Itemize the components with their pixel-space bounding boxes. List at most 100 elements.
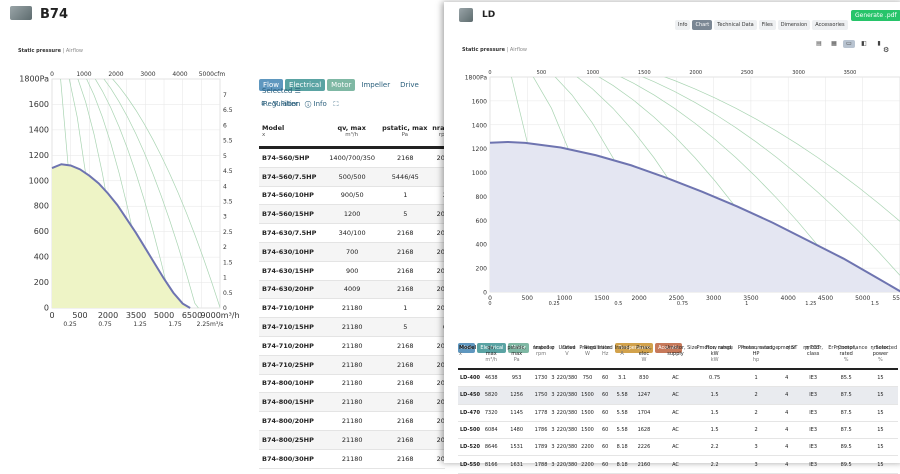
table-row[interactable]: B74-800/25HP2118021682024: [259, 430, 445, 449]
top-tick-label: 500: [537, 70, 547, 76]
y-tick-label: 200: [34, 278, 49, 287]
value-cell: 21180: [325, 299, 380, 318]
column-header[interactable]: nratedrpm: [431, 116, 445, 148]
pin-icon[interactable]: ⇞: [260, 100, 266, 108]
view-list-icon[interactable]: ▤: [813, 40, 825, 48]
column-header[interactable]: Pmax, elecW: [631, 344, 658, 369]
y-tick-label: 1000: [29, 176, 49, 185]
view-grid-icon[interactable]: ▦: [828, 40, 840, 48]
column-header[interactable]: ηmotor, class: [797, 344, 830, 369]
tab-drive[interactable]: Drive: [396, 79, 423, 91]
value-cell: 2168: [380, 430, 431, 449]
value-cell: AC: [657, 387, 693, 404]
nav-info[interactable]: Info: [675, 20, 690, 30]
value-cell: 21180: [325, 336, 380, 355]
value-cell: 1480: [502, 421, 532, 438]
column-header[interactable]: pstatic, maxPa: [380, 116, 431, 148]
table-row[interactable]: B74-710/15HP2118056: [259, 318, 445, 337]
column-header[interactable]: Modelx: [259, 116, 325, 148]
value-cell: 220/380: [556, 369, 579, 387]
view-toggle-group: ▤▦▭◧▮: [810, 30, 885, 49]
column-header[interactable]: pstatic, maxPa: [502, 344, 532, 369]
table-row[interactable]: B74-630/20HP400921682024: [259, 280, 445, 299]
table-row[interactable]: LD-5508166163117883220/3802200608.182160…: [458, 456, 898, 473]
model-cell: LD-470: [458, 404, 481, 421]
column-unit: kW: [695, 357, 735, 363]
value-cell: 500/500: [325, 167, 380, 186]
table-row[interactable]: LD-4505820125617503220/3801500605.581247…: [458, 387, 898, 404]
nav-chart[interactable]: Chart: [692, 20, 712, 30]
table-row[interactable]: LD-5006084148017863220/3801500605.581628…: [458, 421, 898, 438]
value-cell: 900/50: [325, 186, 380, 205]
column-name: pstatic, max: [503, 345, 531, 357]
table-row[interactable]: B74-560/10HP900/5012: [259, 186, 445, 205]
table-row[interactable]: B74-800/30HP2118021682024: [259, 449, 445, 468]
column-unit: m³/h: [482, 357, 501, 363]
generate-pdf-button[interactable]: Generate .pdf: [851, 10, 900, 21]
table-row[interactable]: B74-630/15HP90021682024: [259, 261, 445, 280]
table-row[interactable]: B74-800/10HP2118021682024: [259, 374, 445, 393]
table-row[interactable]: LD-5208646153117893220/3802200608.182226…: [458, 439, 898, 456]
x-tick-label: 5500: [892, 295, 900, 302]
x-tick-label: 3000: [706, 295, 721, 302]
top-tick-label: 2000: [108, 71, 123, 78]
column-header[interactable]: nratedrpm: [532, 344, 551, 369]
x-tick-label: 5000: [855, 295, 870, 302]
column-unit: Pa: [380, 132, 430, 138]
table-row[interactable]: B74-560/7.5HP500/5005446/45: [259, 167, 445, 186]
nav-dimension[interactable]: Dimension: [778, 20, 811, 30]
column-header[interactable]: ηmotor, rated%: [829, 344, 862, 369]
nav-technical-data[interactable]: Technical Data: [714, 20, 757, 30]
nav-files[interactable]: Files: [759, 20, 776, 30]
column-header[interactable]: qv, maxm³/h: [481, 344, 502, 369]
chart-settings-icon[interactable]: ⚙: [883, 46, 889, 54]
value-cell: 2: [736, 421, 777, 438]
column-header[interactable]: fratedHz: [597, 344, 614, 369]
table-row[interactable]: LD-4707320114517783220/3801500605.581704…: [458, 404, 898, 421]
x-tick-label: 3500: [126, 311, 146, 320]
value-cell: 2024: [431, 430, 445, 449]
table-row[interactable]: B74-800/20HP2118021682024: [259, 412, 445, 431]
table-row[interactable]: B74-710/20HP2118021682024: [259, 336, 445, 355]
value-cell: AC: [657, 439, 693, 456]
value-cell: 2024: [431, 261, 445, 280]
expand-icon[interactable]: ⛶: [333, 100, 338, 108]
value-cell: 2168: [380, 280, 431, 299]
value-cell: IE3: [797, 421, 830, 438]
info-button[interactable]: ⓘ Info: [305, 100, 327, 108]
value-cell: 2168: [380, 412, 431, 431]
table-row[interactable]: B74-630/10HP70021682024: [259, 242, 445, 261]
table-row[interactable]: B74-560/15HP120052024: [259, 205, 445, 224]
column-header[interactable]: qv, maxm³/h: [325, 116, 380, 148]
column-header[interactable]: ηmotor, power%: [863, 344, 898, 369]
view-split-left-icon[interactable]: ◧: [858, 40, 870, 48]
column-header[interactable]: Pmotor, rated, HPhp: [736, 344, 777, 369]
column-header[interactable]: UratedV: [556, 344, 579, 369]
secondary-x-tick-label: 1: [745, 301, 748, 307]
table-row[interactable]: LD-400463895317303220/380750603.1830AC0.…: [458, 369, 898, 387]
value-cell: 3: [736, 439, 777, 456]
value-cell: IE3: [797, 369, 830, 387]
value-cell: 7320: [481, 404, 502, 421]
table-row[interactable]: B74-710/10HP2118012024: [259, 299, 445, 318]
column-header[interactable]: Umotor, supply: [657, 344, 693, 369]
right-tick-label: 3: [223, 214, 227, 221]
view-chart-icon[interactable]: ▭: [843, 40, 855, 48]
table-row[interactable]: B74-630/7.5HP340/10021682024: [259, 224, 445, 243]
model-cell: B74-630/15HP: [259, 261, 325, 280]
top-tick-label: 2500: [741, 70, 754, 76]
filter-button[interactable]: ⛛ Filter: [273, 100, 298, 108]
column-header[interactable]: PratedW: [578, 344, 596, 369]
value-cell: 2024: [431, 355, 445, 374]
column-header[interactable]: pmotor: [777, 344, 797, 369]
tab-impeller[interactable]: Impeller: [357, 79, 394, 91]
column-header[interactable]: IratedA: [614, 344, 631, 369]
tab-motor[interactable]: Motor: [327, 79, 355, 91]
column-header[interactable]: Pmotor, rated, kWkW: [694, 344, 736, 369]
selected-toggle[interactable]: Selected ☰: [262, 87, 301, 95]
nav-accessories[interactable]: Accessories: [812, 20, 847, 30]
column-header[interactable]: Modelx: [458, 344, 481, 369]
table-row[interactable]: B74-710/25HP2118021682024: [259, 355, 445, 374]
table-row[interactable]: B74-560/5HP1400/700/35021682024: [259, 148, 445, 168]
table-row[interactable]: B74-800/15HP2118021682024: [259, 393, 445, 412]
